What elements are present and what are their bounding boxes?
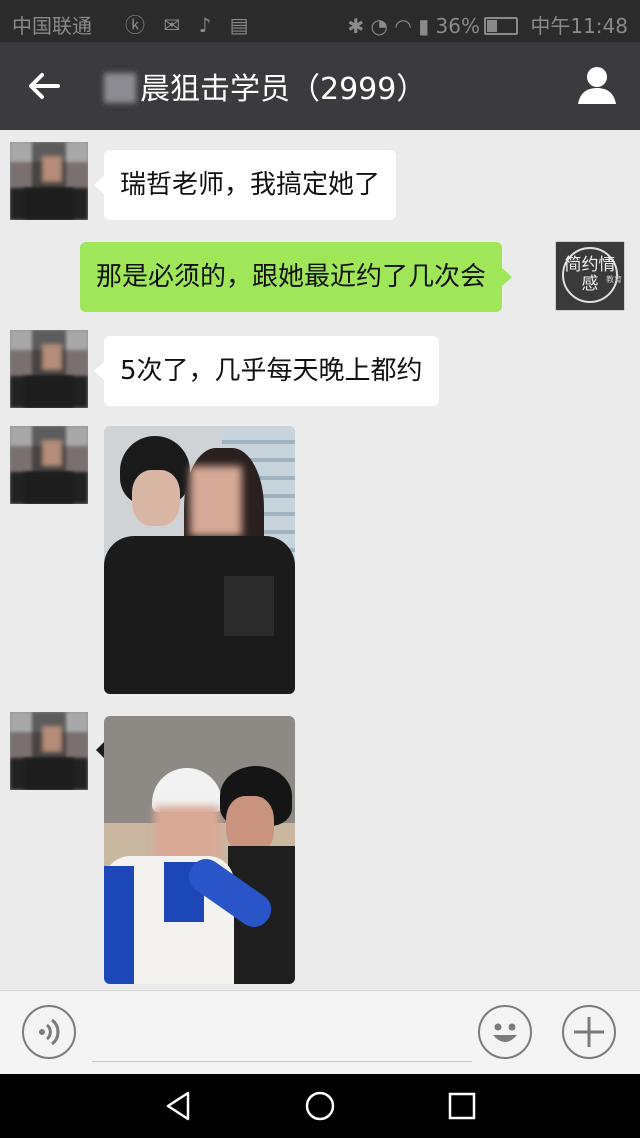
notification-icons: ⓚ ✉ ♪ ▤ bbox=[125, 13, 255, 37]
user-icon[interactable] bbox=[574, 62, 620, 108]
clock: 中午11:48 bbox=[530, 14, 628, 38]
plus-button[interactable] bbox=[562, 1005, 616, 1059]
message-bubble-incoming[interactable]: 5次了，几乎每天晚上都约 bbox=[94, 336, 439, 406]
chat-area[interactable]: 瑞哲老师，我搞定她了 那是必须的，跟她最近约了几次会 简约情感 教育 5次了，几… bbox=[0, 130, 640, 990]
status-right: ✱ ◔ ◠ ▮ 36% 中午11:48 bbox=[347, 10, 628, 39]
battery-percent: 36% bbox=[435, 14, 480, 38]
system-nav-bar bbox=[0, 1074, 640, 1138]
chat-title: 晨狙击学员（2999） bbox=[104, 64, 426, 108]
redacted-text bbox=[104, 73, 136, 103]
alarm-icon: ◔ bbox=[370, 14, 388, 38]
my-avatar[interactable]: 简约情感 教育 bbox=[555, 241, 625, 311]
emoji-button[interactable] bbox=[478, 1005, 532, 1059]
nav-recents-icon[interactable] bbox=[444, 1088, 480, 1124]
wifi-icon: ◠ bbox=[394, 14, 412, 38]
voice-icon bbox=[39, 1018, 60, 1046]
nav-home-icon[interactable] bbox=[302, 1088, 338, 1124]
plus-icon bbox=[574, 1017, 604, 1047]
voice-button[interactable] bbox=[22, 1005, 76, 1059]
contact-avatar[interactable] bbox=[10, 426, 88, 504]
status-bar: 中国联通 ⓚ ✉ ♪ ▤ ✱ ◔ ◠ ▮ 36% 中午11:48 bbox=[0, 0, 640, 42]
carrier-label: 中国联通 bbox=[12, 14, 92, 38]
bluetooth-icon: ✱ bbox=[347, 14, 365, 38]
battery-icon bbox=[484, 17, 518, 35]
contact-avatar[interactable] bbox=[10, 712, 88, 790]
nav-back-icon[interactable] bbox=[160, 1088, 196, 1124]
chat-header: 晨狙击学员（2999） bbox=[0, 42, 640, 130]
input-bar bbox=[0, 990, 640, 1075]
signal-icon: ▮ bbox=[418, 14, 430, 38]
avatar-logo-subtext: 教育 bbox=[606, 275, 622, 284]
photo-message[interactable] bbox=[104, 426, 295, 694]
back-arrow-icon[interactable] bbox=[22, 64, 66, 108]
message-bubble-outgoing[interactable]: 那是必须的，跟她最近约了几次会 bbox=[80, 242, 513, 312]
contact-avatar[interactable] bbox=[10, 142, 88, 220]
message-input[interactable] bbox=[92, 1003, 472, 1062]
message-bubble-incoming[interactable]: 瑞哲老师，我搞定她了 bbox=[93, 150, 397, 220]
contact-avatar[interactable] bbox=[10, 330, 88, 408]
photo-message[interactable] bbox=[104, 716, 295, 984]
emoji-icon bbox=[493, 1023, 517, 1042]
chat-title-text: 晨狙击学员（2999） bbox=[140, 72, 427, 107]
